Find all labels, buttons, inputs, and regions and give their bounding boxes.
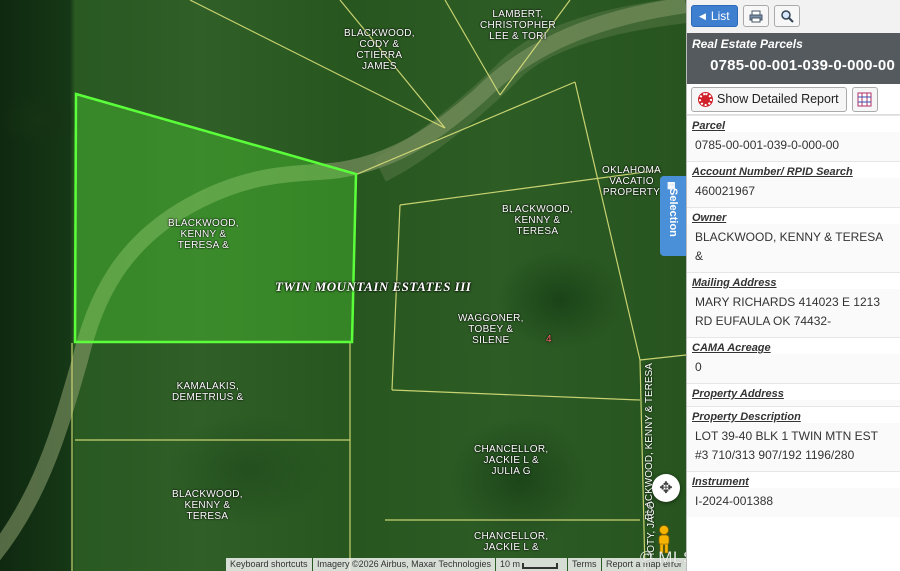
list-button-label: List: [710, 9, 730, 23]
report-icon: [699, 92, 712, 106]
parcel-label-blackwood-kenny-south: BLACKWOOD, KENNY & TERESA: [172, 489, 243, 522]
report-button-label: Show Detailed Report: [717, 92, 839, 106]
field-label-account-number[interactable]: Account Number/ RPID Search: [687, 161, 900, 178]
layer-title: Real Estate Parcels: [692, 37, 803, 51]
scale-bar: [522, 563, 558, 569]
field-label-property-address: Property Address: [687, 383, 900, 400]
parcel-fields: Parcel 0785-00-001-039-0-000-00 Account …: [687, 115, 900, 517]
back-arrow-icon: ◀: [699, 10, 706, 21]
list-button[interactable]: ◀ List: [691, 5, 738, 27]
report-row: Show Detailed Report: [687, 84, 900, 115]
scale-text: 10 m: [500, 559, 521, 569]
layer-header: Real Estate Parcels 0785-00-001-039-0-00…: [687, 33, 900, 84]
magnifier-glyph: [780, 10, 794, 23]
parcel-label-chancellor-2: CHANCELLOR, JACKIE L &: [474, 531, 549, 553]
map-view[interactable]: BLACKWOOD, CODY & CTIERRA JAMES LAMBERT, CHR…: [0, 0, 686, 571]
field-label-owner: Owner: [687, 207, 900, 224]
field-value-instrument: I-2024-001388: [687, 488, 900, 517]
selection-tab[interactable]: ▦ Selection: [660, 176, 686, 256]
field-value-cama-acreage: 0: [687, 354, 900, 383]
parcel-label-kamalakis: KAMALAKIS, DEMETRIUS &: [172, 381, 244, 403]
parcel-label-blackwood-kenny-selected: BLACKWOOD, KENNY & TERESA &: [168, 218, 239, 251]
terms-link[interactable]: Terms: [568, 558, 601, 571]
parcel-label-blackwood-kenny-east: BLACKWOOD, KENNY & TERESA: [502, 204, 573, 237]
lot-number: 4: [546, 334, 552, 345]
parcel-label-chancellor-1: CHANCELLOR, JACKIE L & JULIA G: [474, 444, 549, 477]
field-value-parcel: 0785-00-001-039-0-000-00: [687, 132, 900, 161]
grid-icon: [857, 92, 872, 106]
watermark: © MLS TECHNOLOGY INC 2026: [640, 548, 686, 567]
field-label-property-description: Property Description: [687, 406, 900, 423]
parcel-label-oklahoma-vacation: OKLAHOMA VACATIO PROPERTY: [602, 165, 662, 198]
field-label-mailing-address: Mailing Address: [687, 272, 900, 289]
magnifier-icon[interactable]: [773, 5, 800, 27]
field-value-property-description: LOT 39-40 BLK 1 TWIN MTN EST #3 710/313 …: [687, 423, 900, 471]
keyboard-shortcuts-link[interactable]: Keyboard shortcuts: [226, 558, 312, 571]
panel-toolbar: ◀ List: [687, 0, 900, 33]
parcel-label-blackwood-cody: BLACKWOOD, CODY & CTIERRA JAMES: [344, 28, 415, 72]
field-value-mailing-address: MARY RICHARDS 414023 E 1213 RD EUFAULA O…: [687, 289, 900, 337]
pan-control-icon[interactable]: ✥: [652, 474, 680, 502]
show-detailed-report-button[interactable]: Show Detailed Report: [691, 86, 847, 112]
printer-glyph: [749, 10, 763, 22]
info-panel: ◀ List Real Estate Parcels 0785-00-001-0…: [686, 0, 900, 571]
field-label-instrument: Instrument: [687, 471, 900, 488]
field-label-cama-acreage: CAMA Acreage: [687, 337, 900, 354]
report-grid-button[interactable]: [851, 86, 878, 112]
print-icon[interactable]: [742, 5, 769, 27]
imagery-attribution: Imagery ©2026 Airbus, Maxar Technologies: [313, 558, 496, 571]
field-value-owner: BLACKWOOD, KENNY & TERESA &: [687, 224, 900, 272]
selection-tab-label: Selection: [667, 188, 679, 237]
field-label-parcel: Parcel: [687, 115, 900, 132]
parcel-label-lambert: LAMBERT, CHRISTOPHER LEE & TORI: [480, 9, 556, 42]
subdivision-label: TWIN MOUNTAIN ESTATES III: [275, 279, 472, 294]
parcel-label-waggoner: WAGGONER, TOBEY & SILENE: [458, 313, 524, 346]
field-value-account-number: 460021967: [687, 178, 900, 207]
parcel-label-vertical-blackwood: BLACKWOOD, KENNY & TERESA: [644, 363, 655, 520]
parcel-id-heading: 0785-00-001-039-0-000-00: [710, 57, 895, 74]
